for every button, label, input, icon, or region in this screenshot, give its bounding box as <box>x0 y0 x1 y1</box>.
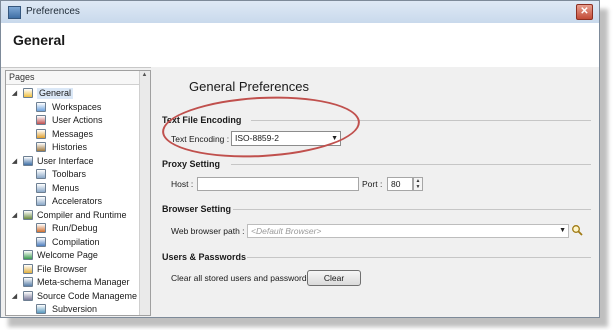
toolbars-icon <box>36 169 46 179</box>
run-debug-icon <box>36 223 46 233</box>
sidebar-item-subversion[interactable]: Subversion <box>6 303 140 315</box>
sidebar-item-label: User Interface <box>37 155 94 166</box>
messages-icon <box>36 128 46 139</box>
sidebar-item-label: User Actions <box>52 115 103 125</box>
subversion-icon <box>36 304 46 314</box>
workspaces-icon <box>36 101 46 112</box>
menus-icon <box>36 182 46 193</box>
sidebar-item-accelerators[interactable]: Accelerators <box>6 195 140 209</box>
expand-icon[interactable]: ◢ <box>10 157 19 166</box>
file-browser-icon <box>23 263 33 274</box>
sidebar-item-label: Compiler and Runtime <box>37 209 127 220</box>
proxy-divider <box>231 164 591 165</box>
clear-button[interactable]: Clear <box>307 270 361 286</box>
accelerators-icon <box>36 196 46 206</box>
sidebar-item-user-interface[interactable]: ◢ User Interface <box>6 155 140 169</box>
sidebar-item-messages[interactable]: Messages <box>6 128 140 142</box>
user-actions-icon <box>36 115 46 125</box>
host-label: Host : <box>171 179 194 189</box>
app-icon <box>8 6 21 19</box>
title-bar: Preferences ✕ <box>1 1 599 24</box>
sidebar-item-label: Run/Debug <box>52 223 98 233</box>
browser-path-label: Web browser path : <box>171 226 245 236</box>
pages-header: Pages <box>6 71 141 85</box>
sidebar-item-compiler-and-runtime[interactable]: ◢ Compiler and Runtime <box>6 209 140 223</box>
sidebar-item-user-actions[interactable]: User Actions <box>6 114 140 128</box>
port-stepper[interactable]: ▲ ▼ <box>413 177 423 191</box>
sidebar-item-workspaces[interactable]: Workspaces <box>6 101 140 115</box>
browser-divider <box>233 209 591 210</box>
sidebar-item-histories[interactable]: Histories <box>6 141 140 155</box>
sidebar-item-label: Welcome Page <box>37 250 98 260</box>
sidebar-item-label: Meta-schema Manager <box>37 277 130 287</box>
compiler-icon <box>23 209 33 220</box>
sidebar-item-label: General <box>37 88 74 99</box>
browser-section-title: Browser Setting <box>162 204 232 214</box>
section-title: General Preferences <box>189 79 309 94</box>
preferences-window: Preferences ✕ General Pages ▲ ◢ General Wo… <box>0 0 600 318</box>
window-title: Preferences <box>26 6 80 17</box>
page-header: General <box>1 23 599 68</box>
sidebar-item-toolbars[interactable]: Toolbars <box>6 168 140 182</box>
sidebar-item-file-browser[interactable]: File Browser <box>6 263 140 277</box>
browse-magnifier-icon[interactable] <box>571 224 583 236</box>
sidebar-item-source-code-manageme[interactable]: ◢ Source Code Manageme <box>6 290 140 304</box>
close-button[interactable]: ✕ <box>576 4 593 20</box>
sidebar-item-label: Source Code Manageme <box>37 290 138 301</box>
sidebar-item-label: File Browser <box>37 263 88 274</box>
sidebar-item-menus[interactable]: Menus <box>6 182 140 196</box>
folder-icon <box>23 88 33 98</box>
sidebar-item-run-debug[interactable]: Run/Debug <box>6 222 140 236</box>
browser-path-combo[interactable]: <Default Browser> ▼ <box>247 224 569 238</box>
pages-tree: ◢ General Workspaces User Actions Messages Hi… <box>6 87 140 315</box>
users-divider <box>247 257 591 258</box>
chevron-down-icon[interactable]: ▼ <box>559 225 566 237</box>
expand-icon[interactable]: ◢ <box>10 292 19 301</box>
source-code-icon <box>23 290 33 301</box>
sidebar-item-label: Compilation <box>52 236 100 247</box>
clear-users-label: Clear all stored users and passwords <box>171 273 311 283</box>
host-input[interactable] <box>197 177 359 191</box>
welcome-icon <box>23 250 33 260</box>
sidebar-item-welcome-page[interactable]: Welcome Page <box>6 249 140 263</box>
sidebar-item-label: Histories <box>52 142 88 152</box>
sidebar-item-label: Toolbars <box>52 169 87 179</box>
sidebar-item-label: Menus <box>52 182 80 193</box>
histories-icon <box>36 142 46 152</box>
pages-scrollbar[interactable]: ▲ <box>139 71 150 315</box>
users-section-title: Users & Passwords <box>162 252 247 262</box>
sidebar-item-label: Messages <box>52 128 94 139</box>
port-label: Port : <box>362 179 383 189</box>
sidebar-item-label: Subversion <box>52 304 98 314</box>
scroll-up-icon[interactable]: ▲ <box>141 72 148 79</box>
compilation-icon <box>36 236 46 247</box>
expand-icon[interactable]: ◢ <box>10 211 19 220</box>
sidebar-item-general[interactable]: ◢ General <box>6 87 140 101</box>
sidebar-item-label: Workspaces <box>52 101 102 112</box>
pages-panel: Pages ▲ ◢ General Workspaces User Actions Me… <box>5 70 151 316</box>
spin-down-icon[interactable]: ▼ <box>414 184 422 190</box>
meta-schema-icon <box>23 277 33 287</box>
sidebar-item-label: Accelerators <box>52 196 103 206</box>
port-input[interactable]: 80 <box>387 177 413 191</box>
sidebar-item-compilation[interactable]: Compilation <box>6 236 140 250</box>
user-interface-icon <box>23 155 33 166</box>
page-title: General <box>13 32 66 48</box>
expand-icon[interactable]: ◢ <box>10 89 19 98</box>
sidebar-item-meta-schema-manager[interactable]: Meta-schema Manager <box>6 276 140 290</box>
browser-path-placeholder: <Default Browser> <box>251 226 322 236</box>
proxy-section-title: Proxy Setting <box>162 159 221 169</box>
